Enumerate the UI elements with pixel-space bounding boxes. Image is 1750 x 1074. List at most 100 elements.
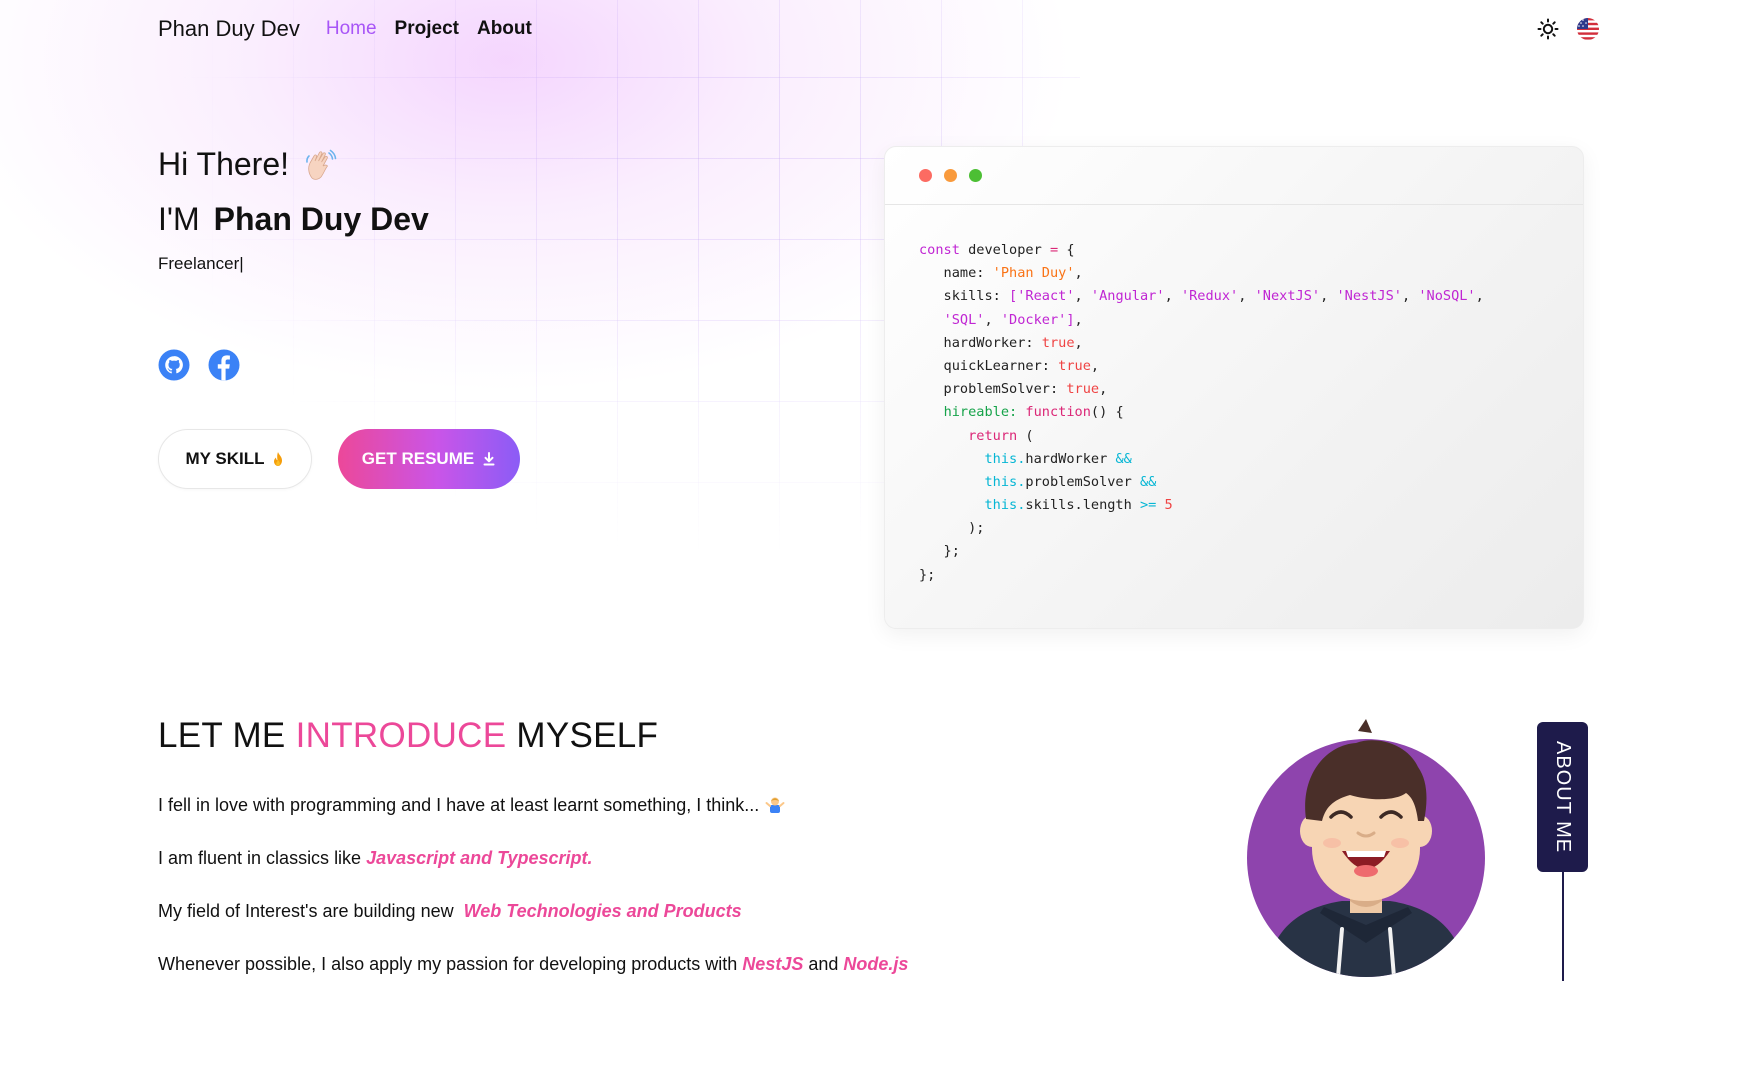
- code-token: 'SQL': [943, 311, 985, 328]
- name-heading: I'M Phan Duy Dev: [158, 201, 798, 238]
- code-token: true: [1066, 381, 1100, 398]
- code-token: hardWorker:: [919, 334, 1042, 351]
- get-resume-label: GET RESUME: [361, 449, 475, 468]
- p4-highlight-nodejs: Node.js: [843, 954, 909, 974]
- code-token: >=: [1139, 497, 1157, 514]
- code-token: problemSolver:: [919, 381, 1067, 398]
- p2-text: I am fluent in classics like: [158, 848, 367, 868]
- code-token: 'Angular': [1090, 288, 1165, 305]
- nav-right-controls: [1536, 17, 1600, 41]
- code-token: 'NoSQL': [1418, 288, 1476, 305]
- intro-paragraph-2: I am fluent in classics like Javascript …: [158, 846, 1058, 870]
- title-highlight: INTRODUCE: [295, 716, 507, 755]
- social-links: [158, 349, 798, 381]
- intro-paragraph-1: I fell in love with programming and I ha…: [158, 793, 1058, 817]
- window-maximize-dot: [969, 169, 982, 182]
- code-line: this.hardWorker &&: [919, 448, 1583, 471]
- code-token: this.: [984, 450, 1026, 467]
- about-me-label: ABOUT ME: [1552, 740, 1574, 854]
- code-token: ,: [1090, 357, 1100, 374]
- code-token: true: [1041, 334, 1075, 351]
- code-line: hireable: function() {: [919, 401, 1583, 424]
- brand-name[interactable]: Phan Duy Dev: [158, 16, 300, 42]
- code-token: ['React': [1009, 288, 1075, 305]
- p4-and: and: [803, 954, 844, 974]
- code-token: () {: [1090, 404, 1124, 421]
- code-token: ,: [1475, 288, 1484, 305]
- code-token: ,: [1074, 288, 1091, 305]
- code-token: };: [919, 543, 960, 560]
- code-token: ,: [984, 311, 1001, 328]
- window-minimize-dot: [944, 169, 957, 182]
- code-line: this.skills.length >= 5: [919, 494, 1583, 517]
- code-line: };: [919, 564, 1583, 587]
- code-line: return (: [919, 425, 1583, 448]
- code-token: name:: [919, 265, 993, 282]
- code-token: 'Docker': [1000, 311, 1067, 328]
- get-resume-button[interactable]: GET RESUME: [338, 429, 520, 489]
- code-snippet: const developer = { name: 'Phan Duy', sk…: [885, 205, 1583, 587]
- intro-paragraph-3: My field of Interest's are building new …: [158, 899, 1058, 923]
- code-token: ,: [1164, 288, 1181, 305]
- code-token: this.: [984, 473, 1026, 490]
- code-line: const developer = {: [919, 239, 1583, 262]
- title-pre: LET ME: [158, 716, 296, 755]
- code-line: name: 'Phan Duy',: [919, 262, 1583, 285]
- nav-link-home[interactable]: Home: [326, 18, 377, 40]
- code-token: hireable:: [943, 404, 1018, 421]
- code-token: 'Phan Duy': [992, 265, 1075, 282]
- hero-buttons: MY SKILL GET RESUME: [158, 429, 798, 489]
- code-token: function: [1025, 404, 1091, 421]
- waving-hand-icon: [306, 149, 337, 180]
- code-token: &&: [1139, 473, 1157, 490]
- p2-highlight: Javascript and Typescript.: [366, 848, 593, 868]
- introduce-section: LET ME INTRODUCE MYSELF I fell in love w…: [158, 716, 1058, 976]
- code-token: ,: [1099, 381, 1108, 398]
- code-token: &&: [1115, 450, 1132, 467]
- github-icon[interactable]: [158, 349, 190, 381]
- code-token: ,: [1238, 288, 1255, 305]
- code-token: {: [1058, 242, 1075, 258]
- code-window: const developer = { name: 'Phan Duy', sk…: [884, 146, 1584, 629]
- code-token: ,: [1074, 265, 1083, 282]
- window-close-dot: [919, 169, 932, 182]
- code-token: };: [919, 566, 936, 583]
- facebook-icon[interactable]: [208, 349, 240, 381]
- code-token: 'NextJS': [1254, 288, 1321, 305]
- my-skill-button[interactable]: MY SKILL: [158, 429, 312, 489]
- nav-link-about[interactable]: About: [477, 18, 532, 40]
- code-token: ,: [1401, 288, 1419, 305]
- download-icon: [483, 452, 495, 466]
- code-window-header: [885, 147, 1583, 205]
- code-token: ,: [1074, 334, 1083, 351]
- code-token: true: [1058, 357, 1091, 374]
- code-token: ,: [1074, 311, 1083, 328]
- code-token: ,: [1320, 288, 1337, 305]
- title-post: MYSELF: [506, 716, 659, 755]
- code-line: skills: ['React', 'Angular', 'Redux', 'N…: [919, 285, 1583, 308]
- greeting-heading: Hi There!: [158, 146, 798, 183]
- code-line: quickLearner: true,: [919, 355, 1583, 378]
- code-token: );: [919, 520, 985, 537]
- typewriter-role: Freelancer|: [158, 254, 244, 273]
- code-token: (: [1017, 427, 1034, 444]
- code-token: return: [968, 427, 1018, 444]
- about-me-line: [1562, 872, 1564, 981]
- us-flag-icon[interactable]: [1576, 17, 1600, 41]
- top-nav: Phan Duy Dev Home Project About: [158, 14, 1600, 44]
- code-token: skills.length: [1025, 497, 1140, 514]
- intro-paragraph-4: Whenever possible, I also apply my passi…: [158, 952, 1058, 976]
- p4-text: Whenever possible, I also apply my passi…: [158, 954, 743, 974]
- about-me-tab[interactable]: ABOUT ME: [1537, 722, 1588, 872]
- sun-icon[interactable]: [1536, 17, 1560, 41]
- code-token: hardWorker: [1025, 450, 1116, 467]
- code-token: 5: [1164, 497, 1173, 514]
- code-token: 'Redux': [1180, 288, 1239, 305]
- nav-link-project[interactable]: Project: [395, 18, 459, 40]
- code-token: const: [919, 242, 960, 258]
